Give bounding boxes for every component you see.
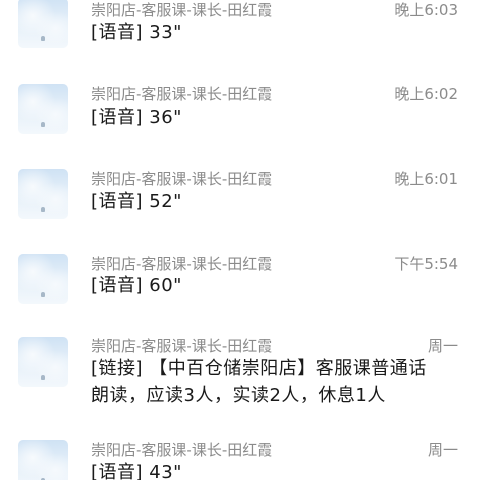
avatar-figure-icon <box>41 375 45 380</box>
message-preview: [语音] 60" <box>91 275 182 296</box>
avatar[interactable] <box>18 254 68 304</box>
chat-item[interactable]: 崇阳店-客服课-课长-田红霞 晚上6:02 [语音] 36" <box>0 82 480 142</box>
avatar-figure-icon <box>41 122 45 127</box>
message-time: 晚上6:01 <box>394 170 458 188</box>
chat-list: 崇阳店-客服课-课长-田红霞 晚上6:03 [语音] 33" 崇阳店-客服课-课… <box>0 0 480 480</box>
avatar[interactable] <box>18 84 68 134</box>
avatar[interactable] <box>18 169 68 219</box>
avatar[interactable] <box>18 440 68 480</box>
chat-item[interactable]: 崇阳店-客服课-课长-田红霞 周一 [语音] 43" <box>0 438 480 480</box>
message-preview: [语音] 33" <box>91 22 182 43</box>
sender-name: 崇阳店-客服课-课长-田红霞 <box>91 1 273 19</box>
chat-item[interactable]: 崇阳店-客服课-课长-田红霞 晚上6:01 [语音] 52" <box>0 167 480 227</box>
message-time: 晚上6:03 <box>394 1 458 19</box>
message-preview: [语音] 36" <box>91 107 182 128</box>
avatar-sky-image <box>18 440 68 480</box>
message-preview: [语音] 52" <box>91 191 182 212</box>
avatar-figure-icon <box>41 207 45 212</box>
chat-item[interactable]: 崇阳店-客服课-课长-田红霞 晚上6:03 [语音] 33" <box>0 0 480 60</box>
sender-name: 崇阳店-客服课-课长-田红霞 <box>91 255 273 273</box>
message-time: 下午5:54 <box>394 255 458 273</box>
sender-name: 崇阳店-客服课-课长-田红霞 <box>91 170 273 188</box>
chat-item[interactable]: 崇阳店-客服课-课长-田红霞 周一 [链接] 【中百仓储崇阳店】客服课普通话 朗… <box>0 334 480 424</box>
message-time: 周一 <box>427 337 458 355</box>
avatar-figure-icon <box>41 292 45 297</box>
sender-name: 崇阳店-客服课-课长-田红霞 <box>91 85 273 103</box>
message-time: 周一 <box>427 441 458 459</box>
sender-name: 崇阳店-客服课-课长-田红霞 <box>91 441 273 459</box>
message-time: 晚上6:02 <box>394 85 458 103</box>
message-preview-line2: 朗读，应读3人，实读2人，休息1人 <box>91 385 386 406</box>
message-preview: [链接] 【中百仓储崇阳店】客服课普通话 <box>91 358 427 379</box>
message-preview: [语音] 43" <box>91 462 182 480</box>
avatar[interactable] <box>18 0 68 48</box>
avatar-figure-icon <box>41 36 45 41</box>
chat-item[interactable]: 崇阳店-客服课-课长-田红霞 下午5:54 [语音] 60" <box>0 252 480 312</box>
sender-name: 崇阳店-客服课-课长-田红霞 <box>91 337 273 355</box>
avatar[interactable] <box>18 337 68 387</box>
